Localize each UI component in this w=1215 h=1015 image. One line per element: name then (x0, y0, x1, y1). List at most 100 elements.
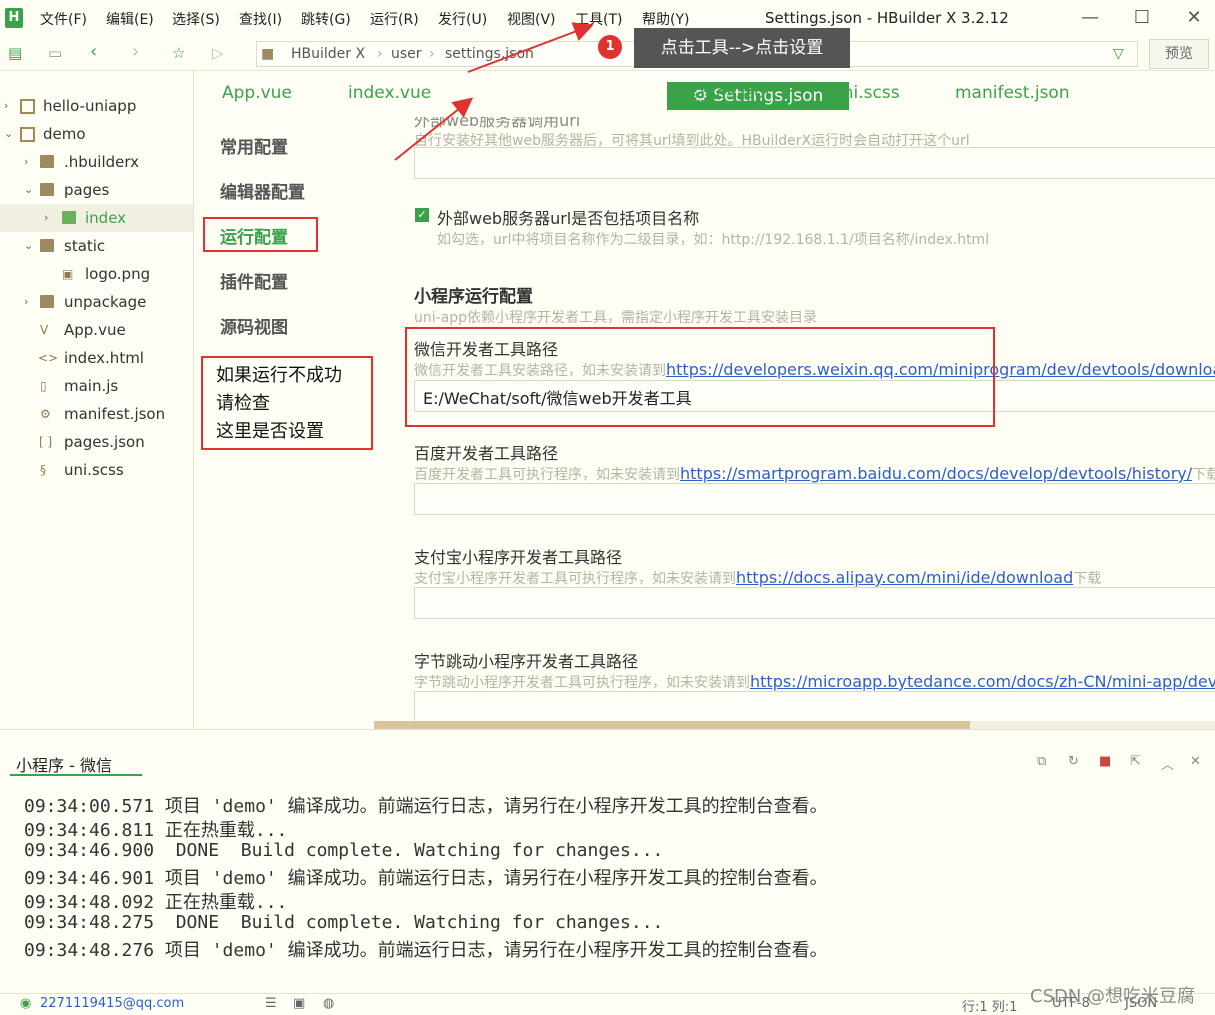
console-line: 09:34:00.571 项目 'demo' 编译成功。前端运行日志，请另行在小… (24, 796, 828, 817)
chevron-right-icon[interactable]: › (44, 204, 48, 232)
baidu-download-link[interactable]: https://smartprogram.baidu.com/docs/deve… (680, 464, 1192, 483)
menu-file[interactable]: 文件(F) (40, 9, 87, 29)
tree-item-logo-png[interactable]: ▣ logo.png (0, 260, 193, 288)
run-icon[interactable]: ▷ (212, 44, 224, 62)
tree-item-hello-uniapp[interactable]: › hello-uniapp (0, 92, 193, 120)
console-line: 09:34:46.811 正在热重载... (24, 820, 288, 841)
baidu-desc-suffix: 下载 (1192, 467, 1215, 483)
folder-icon (40, 155, 54, 168)
tree-item-static[interactable]: ⌄ static (0, 232, 193, 260)
alipay-download-link[interactable]: https://docs.alipay.com/mini/ide/downloa… (736, 568, 1073, 587)
folder-icon: ■ (261, 46, 275, 62)
alipay-path-field[interactable] (414, 587, 1215, 619)
folder-open-icon (40, 183, 54, 196)
nav-general[interactable]: 常用配置 (220, 133, 288, 158)
tab-uni-scss[interactable]: uni.scss (832, 83, 900, 103)
horizontal-scrollbar[interactable] (374, 721, 1215, 729)
nav-editor[interactable]: 编辑器配置 (220, 178, 305, 203)
tab-index-vue[interactable]: index.vue (348, 83, 431, 103)
tree-item-pages[interactable]: ⌄ pages (0, 176, 193, 204)
breadcrumb-item[interactable]: user (391, 42, 422, 66)
tree-item-index[interactable]: › index (0, 204, 193, 232)
export-icon[interactable]: ⇱ (1130, 754, 1141, 769)
menu-publish[interactable]: 发行(U) (438, 9, 487, 29)
breadcrumb-item[interactable]: HBuilder X (291, 42, 365, 66)
tree-item-uni-scss[interactable]: § uni.scss (0, 456, 193, 484)
bytedance-path-label: 字节跳动小程序开发者工具路径 (414, 652, 639, 671)
console-tab-wechat[interactable]: 小程序 - 微信 (16, 752, 112, 776)
refresh-icon[interactable]: ↻ (1068, 754, 1079, 769)
menu-find[interactable]: 查找(I) (239, 9, 282, 29)
back-icon[interactable]: ‹ (90, 41, 97, 62)
globe-icon[interactable]: ◍ (323, 996, 334, 1011)
tree-item-index-html[interactable]: <> index.html (0, 344, 193, 372)
copy-icon[interactable]: ⧉ (1037, 754, 1046, 769)
include-project-name-checkbox[interactable]: ✓ (415, 208, 429, 222)
tree-item-pages-json[interactable]: [ ] pages.json (0, 428, 193, 456)
chevron-right-icon[interactable]: › (24, 288, 28, 316)
close-icon[interactable]: ✕ (1182, 6, 1206, 30)
tree-item-hbuilderx[interactable]: › .hbuilderx (0, 148, 193, 176)
alipay-desc-text: 支付宝小程序开发者工具可执行程序，如未安装请到 (414, 571, 736, 587)
filter-icon[interactable]: ▽ (1113, 42, 1124, 66)
chevron-down-icon[interactable]: ⌄ (4, 120, 13, 148)
tree-item-label: index.html (64, 349, 144, 367)
forward-icon[interactable]: › (132, 41, 139, 62)
tree-item-manifest-json[interactable]: ⚙ manifest.json (0, 400, 193, 428)
star-icon[interactable]: ☆ (172, 44, 185, 62)
folder-icon (62, 211, 76, 224)
nav-plugins[interactable]: 插件配置 (220, 268, 288, 293)
close-console-icon[interactable]: ✕ (1190, 754, 1201, 769)
tree-item-demo[interactable]: ⌄ demo (0, 120, 193, 148)
tree-item-unpackage[interactable]: › unpackage (0, 288, 193, 316)
chevron-right-icon[interactable]: › (4, 92, 8, 120)
tree-item-app-vue[interactable]: V App.vue (0, 316, 193, 344)
collapse-up-icon[interactable]: ︿ (1161, 754, 1174, 773)
tab-pages-json[interactable]: pages.json (684, 83, 775, 103)
bytedance-path-field[interactable] (414, 691, 1215, 721)
new-file-icon[interactable]: ▤ (8, 44, 22, 62)
image-icon[interactable]: ▣ (293, 996, 305, 1011)
maximize-icon[interactable]: ☐ (1130, 6, 1154, 30)
console-tab-underline (10, 774, 142, 776)
include-project-name-desc: 如勾选，url中将项目名称作为二级目录，如：http://192.168.1.1… (437, 232, 990, 248)
preview-button[interactable]: 预览 (1149, 39, 1209, 69)
menu-tools[interactable]: 工具(T) (575, 9, 622, 29)
alipay-desc-suffix: 下载 (1073, 571, 1102, 587)
chevron-down-icon[interactable]: ⌄ (24, 176, 33, 204)
web-server-url-field[interactable] (414, 147, 1215, 179)
menu-help[interactable]: 帮助(Y) (642, 9, 689, 29)
menu-goto[interactable]: 跳转(G) (301, 9, 351, 29)
json-file-icon: ⚙ (40, 407, 51, 421)
tab-manifest-json[interactable]: manifest.json (955, 83, 1070, 103)
project-icon (20, 99, 35, 114)
menu-edit[interactable]: 编辑(E) (106, 9, 154, 29)
nav-source[interactable]: 源码视图 (220, 313, 288, 338)
watermark: CSDN @想吃米豆腐 (1030, 986, 1196, 1007)
window-title: Settings.json - HBuilder X 3.2.12 (765, 9, 1009, 27)
annotation-step-badge: 1 (598, 35, 622, 59)
stop-icon[interactable]: ■ (1099, 754, 1111, 769)
console-line: 09:34:48.276 项目 'demo' 编译成功。前端运行日志，请另行在小… (24, 940, 828, 961)
scrollbar-thumb[interactable] (374, 721, 970, 729)
console-line: 09:34:46.900 DONE Build complete. Watchi… (24, 840, 664, 861)
section-miniprogram-desc: uni-app依赖小程序开发者工具，需指定小程序开发工具安装目录 (414, 310, 818, 326)
account-link[interactable]: 2271119415@qq.com (40, 996, 184, 1011)
folder-icon (40, 295, 54, 308)
list-icon[interactable]: ☰ (265, 996, 277, 1011)
menu-select[interactable]: 选择(S) (172, 9, 220, 29)
tab-app-vue[interactable]: App.vue (222, 83, 292, 103)
bytedance-path-desc: 字节跳动小程序开发者工具可执行程序，如未安装请到https://microapp… (414, 672, 1215, 692)
chevron-right-icon[interactable]: › (24, 148, 28, 176)
tree-item-main-js[interactable]: ▯ main.js (0, 372, 193, 400)
bytedance-download-link[interactable]: https://microapp.bytedance.com/docs/zh-C… (750, 672, 1215, 691)
html-file-icon: <> (38, 351, 59, 365)
save-icon[interactable]: ▭ (48, 44, 62, 62)
baidu-path-field[interactable] (414, 483, 1215, 515)
menu-view[interactable]: 视图(V) (507, 9, 556, 29)
minimize-icon[interactable]: — (1078, 6, 1102, 30)
tree-item-label: pages.json (64, 433, 145, 451)
breadcrumb-item[interactable]: settings.json (445, 42, 534, 66)
menu-run[interactable]: 运行(R) (370, 9, 419, 29)
chevron-down-icon[interactable]: ⌄ (24, 232, 33, 260)
